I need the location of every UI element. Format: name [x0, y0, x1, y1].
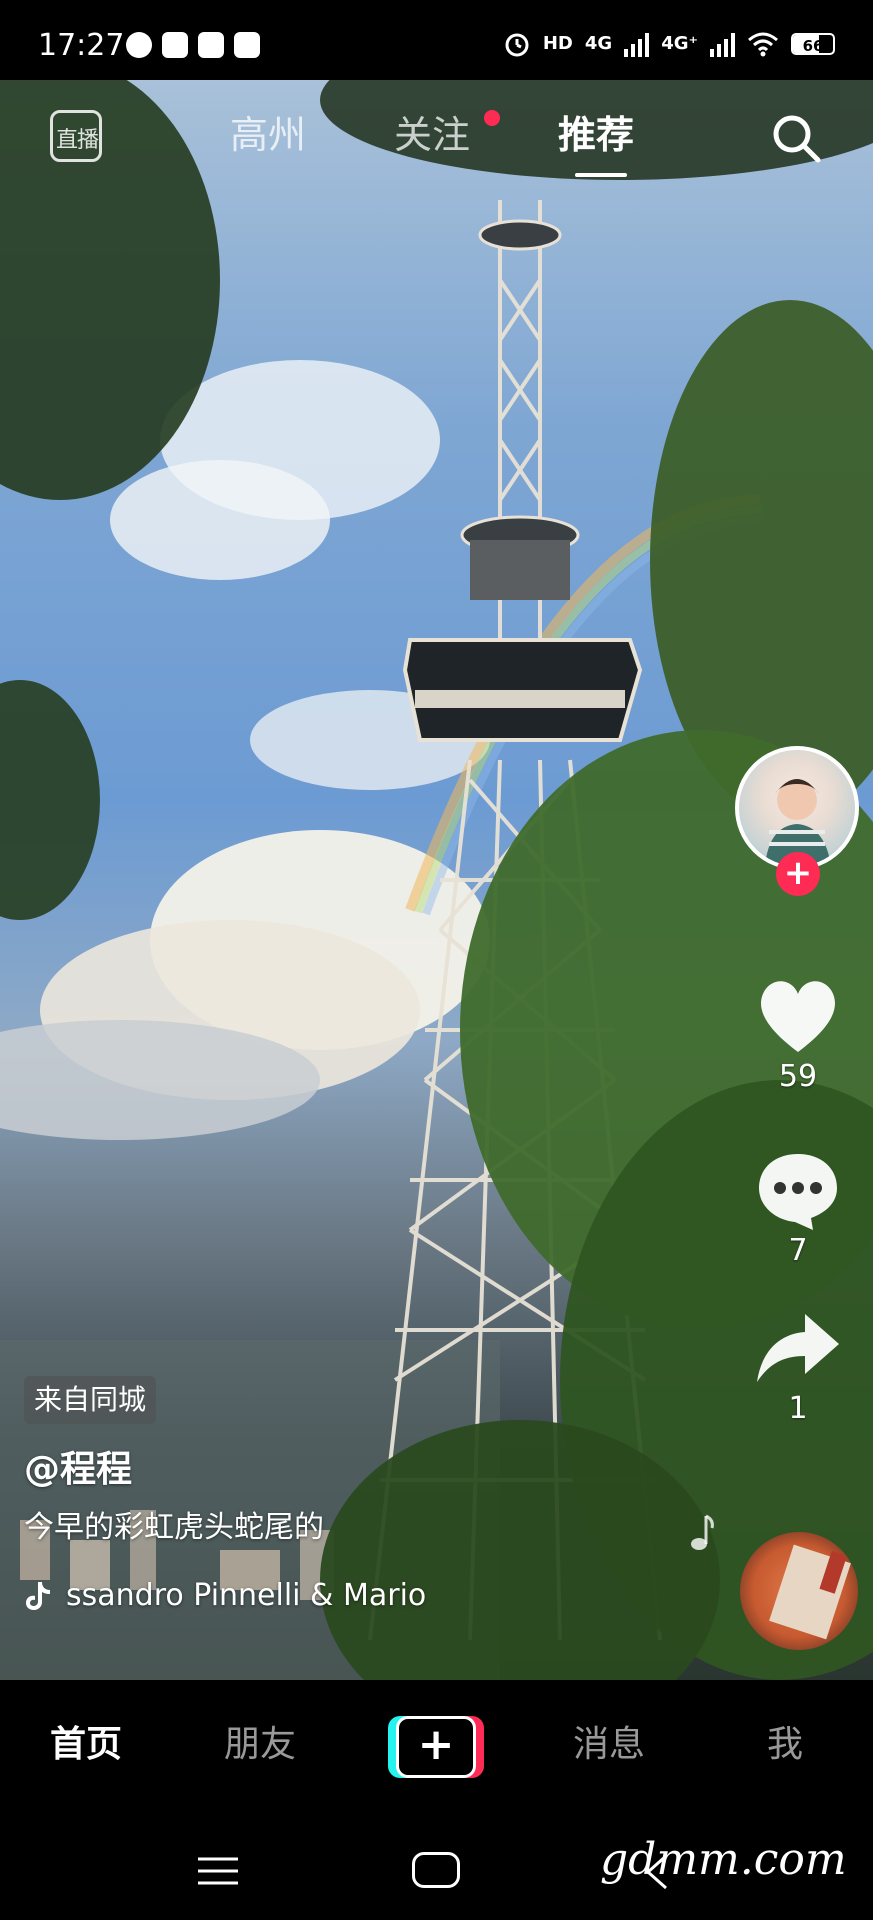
top-nav: 直播 高州 关注 推荐 [0, 80, 873, 190]
status-time: 17:27 [38, 28, 125, 63]
network-label-1: 4G [584, 33, 613, 54]
music-disc[interactable] [740, 1532, 858, 1650]
status-bar: 17:27 HD 4G 4G⁺ 66 [0, 0, 873, 80]
signal-icon [624, 31, 650, 57]
status-app-icons [126, 32, 260, 58]
music-note-icon [691, 1514, 714, 1550]
hd-label: HD [542, 33, 573, 54]
notification-dot [484, 110, 500, 126]
music-app-icon [126, 32, 152, 58]
status-indicators: HD 4G 4G⁺ 66 [503, 30, 835, 58]
bottom-tab-bar: 首页 朋友 + 消息 我 [0, 1680, 873, 1820]
share-count: 1 [788, 1391, 808, 1426]
signal-icon-2 [710, 31, 735, 57]
menu-icon[interactable] [196, 1856, 240, 1886]
wifi-icon [748, 32, 778, 57]
tiktok-note-icon [26, 1582, 50, 1610]
active-tab-indicator [575, 173, 627, 177]
heart-icon [761, 981, 835, 1052]
battery-level: 66 [802, 37, 824, 55]
comment-count: 7 [788, 1233, 808, 1268]
battery-icon: 66 [791, 33, 835, 55]
like-button[interactable]: 59 [750, 976, 846, 1094]
tab-friends[interactable]: 朋友 [224, 1722, 296, 1768]
tab-messages[interactable]: 消息 [573, 1722, 645, 1768]
live-label: 直播 [55, 128, 99, 153]
alarm-icon [505, 33, 529, 57]
gmail-icon [198, 32, 224, 58]
tab-me[interactable]: 我 [767, 1722, 803, 1768]
share-icon [757, 1314, 839, 1382]
system-nav-bar: gdmm.com [0, 1820, 873, 1920]
author-name[interactable]: @程程 [24, 1448, 704, 1492]
follow-button[interactable]: + [776, 852, 820, 896]
comment-button[interactable]: 7 [750, 1150, 846, 1268]
like-count: 59 [778, 1059, 818, 1094]
avatar-image [765, 779, 831, 866]
tab-home[interactable]: 首页 [50, 1722, 122, 1768]
home-button[interactable] [412, 1852, 460, 1888]
network-label-2: 4G⁺ [661, 33, 698, 54]
app-screen: 17:27 HD 4G 4G⁺ 66 直播 高州 关注 推荐 + 59 7 1 … [0, 0, 873, 1920]
album-cover [769, 1544, 851, 1640]
tab-local[interactable]: 高州 [230, 112, 306, 158]
music-row[interactable]: ssandro Pinnelli & Mario [24, 1576, 704, 1616]
comment-icon [759, 1154, 837, 1230]
maps-icon [234, 32, 260, 58]
live-button[interactable]: 直播 [48, 110, 106, 168]
search-icon[interactable] [768, 110, 824, 166]
watermark-text: gdmm.com [600, 1834, 847, 1885]
video-description[interactable]: 今早的彩虹虎头蛇尾的 [24, 1508, 704, 1548]
tab-following[interactable]: 关注 [394, 112, 470, 158]
music-title: ssandro Pinnelli & Mario [66, 1578, 427, 1613]
create-button[interactable]: + [388, 1716, 484, 1778]
share-button[interactable]: 1 [750, 1308, 846, 1426]
plus-icon: + [396, 1716, 476, 1778]
nearby-tag[interactable]: 来自同城 [24, 1376, 157, 1424]
video-caption: 来自同城 @程程 今早的彩虹虎头蛇尾的 ssandro Pinnelli & M… [24, 1376, 704, 1616]
tab-recommended[interactable]: 推荐 [558, 112, 634, 158]
capcut-icon [162, 32, 188, 58]
